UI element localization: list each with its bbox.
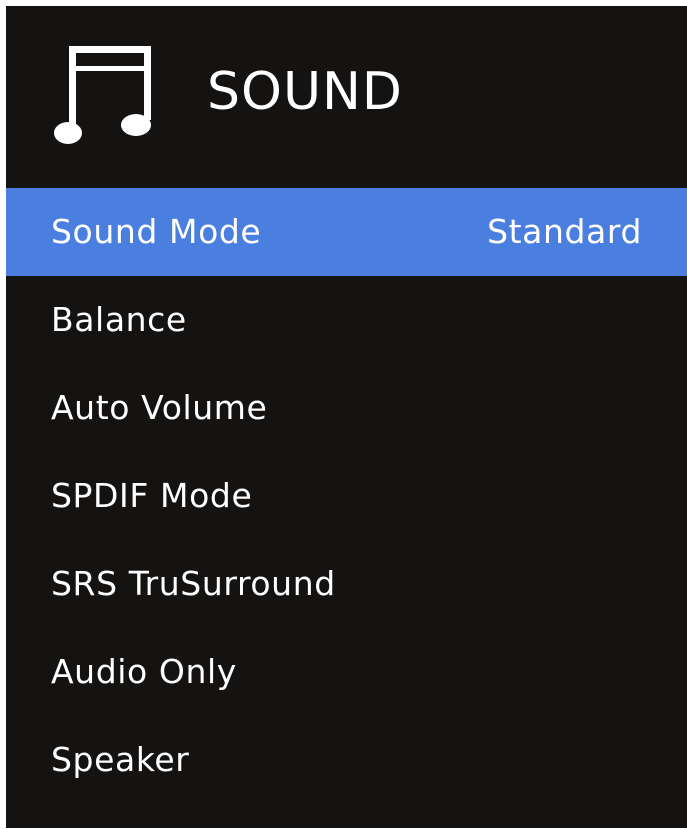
menu-item-value: Standard <box>487 212 642 251</box>
music-note-icon <box>54 44 158 146</box>
menu-header: SOUND <box>6 6 687 188</box>
menu-item-label: Auto Volume <box>51 388 268 427</box>
sound-settings-list: Sound Mode Standard Balance Auto Volume … <box>6 188 687 804</box>
menu-item-sound-mode[interactable]: Sound Mode Standard <box>6 188 687 276</box>
menu-item-auto-volume[interactable]: Auto Volume <box>6 364 687 452</box>
page-title: SOUND <box>207 62 403 122</box>
menu-item-label: SRS TruSurround <box>51 564 336 603</box>
sound-menu-panel: SOUND Sound Mode Standard Balance Auto V… <box>6 6 687 828</box>
menu-item-audio-only[interactable]: Audio Only <box>6 628 687 716</box>
menu-item-label: Audio Only <box>51 652 237 691</box>
menu-item-speaker[interactable]: Speaker <box>6 716 687 804</box>
menu-item-balance[interactable]: Balance <box>6 276 687 364</box>
menu-item-label: Speaker <box>51 740 190 779</box>
menu-item-spdif-mode[interactable]: SPDIF Mode <box>6 452 687 540</box>
menu-item-label: Sound Mode <box>51 212 262 251</box>
menu-item-label: Balance <box>51 300 187 339</box>
menu-item-srs-trusurround[interactable]: SRS TruSurround <box>6 540 687 628</box>
menu-item-label: SPDIF Mode <box>51 476 253 515</box>
